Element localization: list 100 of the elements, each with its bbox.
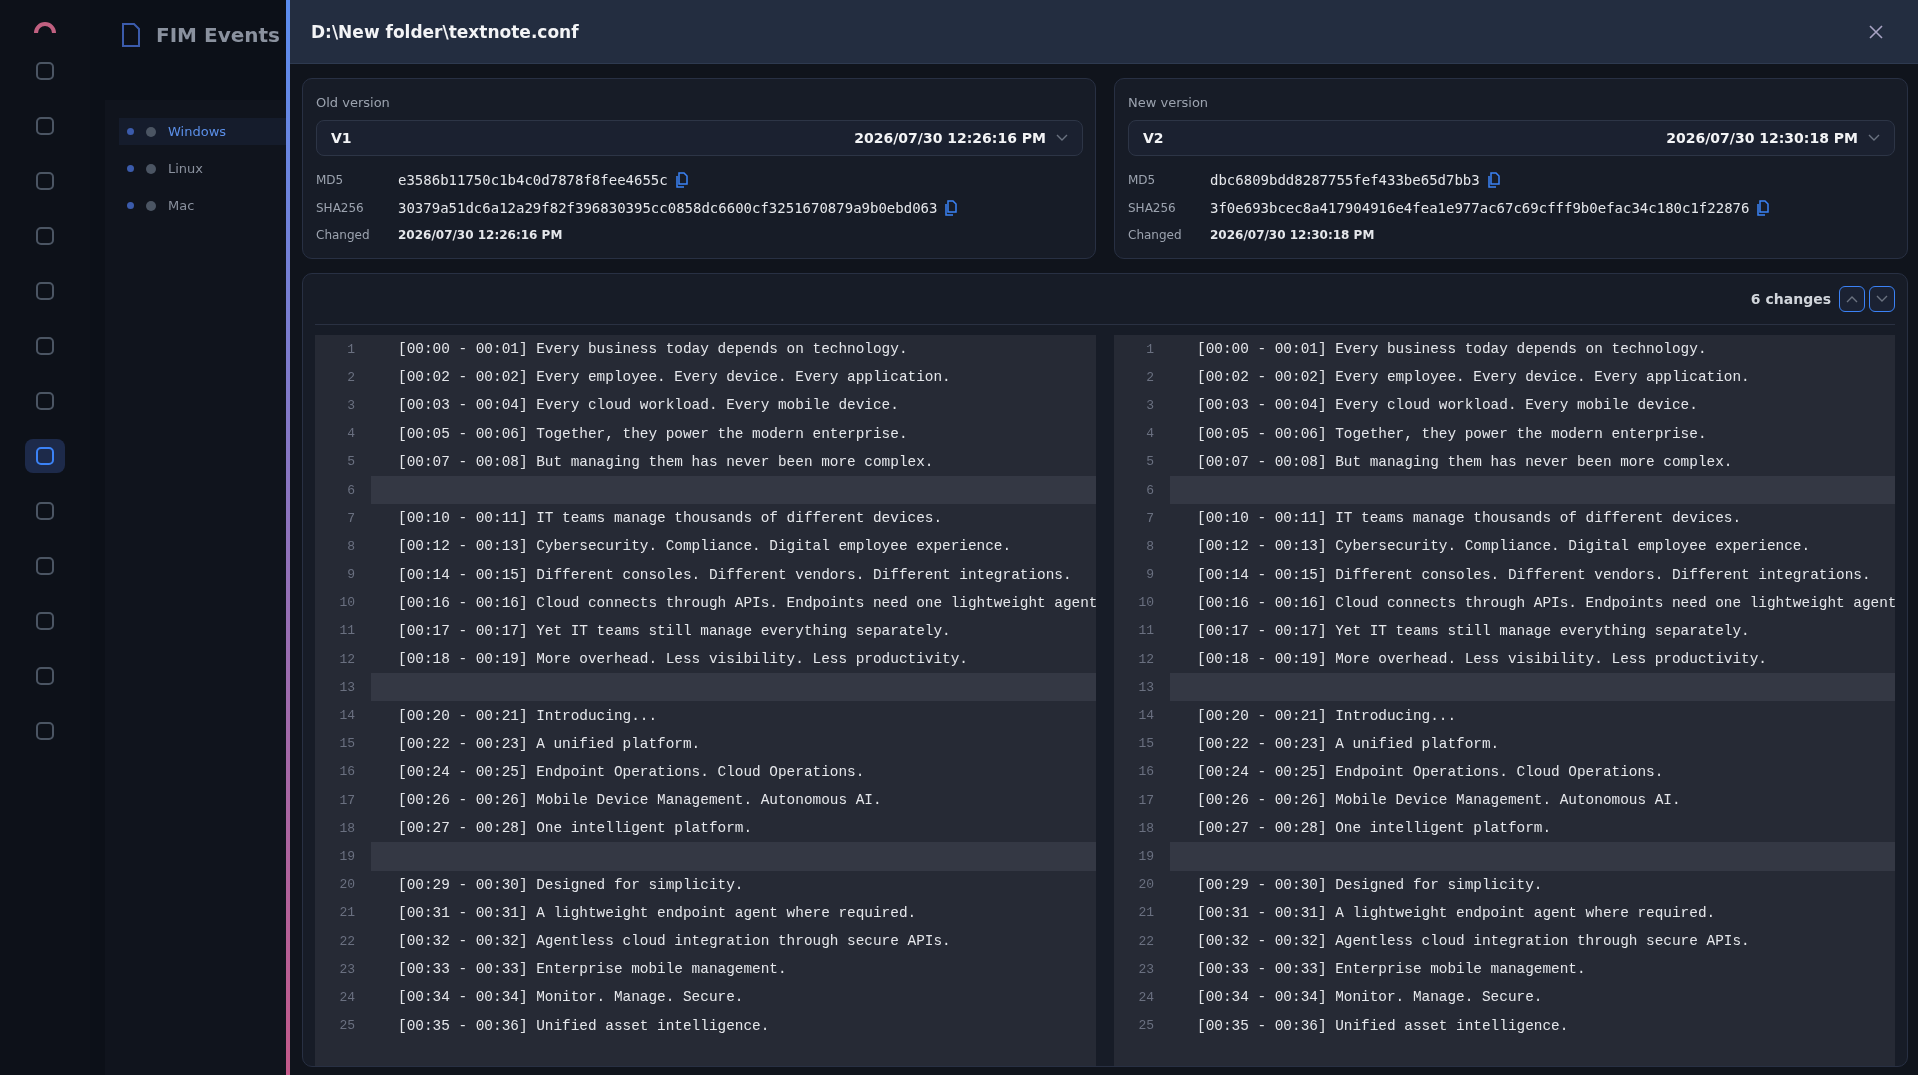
code-line: [00:22 - 00:23] A unified platform. <box>1196 734 1501 754</box>
code-line: [00:27 - 00:28] One intelligent platform. <box>1196 819 1553 839</box>
code-line: [00:16 - 00:16] Cloud connects through APIs. Endpoints need one lightweight agent <box>397 593 1096 613</box>
line-number: 14 <box>338 707 356 726</box>
line-number: 7 <box>346 509 356 528</box>
tree-item[interactable]: Windows <box>119 118 286 145</box>
line-number: 16 <box>338 763 356 782</box>
document-icon <box>120 22 142 48</box>
code-line: [00:03 - 00:04] Every cloud workload. Every mobile device. <box>397 396 900 416</box>
tree-item[interactable]: Mac <box>119 192 286 219</box>
hash-value: 3f0e693bcec8a417904916e4fea1e977ac67c69cfff9b0efac34c180c1f22876 <box>1210 200 1750 216</box>
line-number: 15 <box>1137 735 1155 754</box>
code-line: [00:27 - 00:28] One intelligent platform. <box>397 819 754 839</box>
line-number: 18 <box>338 819 356 838</box>
code-line: [00:31 - 00:31] A lightweight endpoint agent where required. <box>1196 903 1717 923</box>
line-number: 10 <box>1137 594 1155 613</box>
panel-heading: Old version <box>316 95 391 110</box>
nav-icon[interactable] <box>25 439 65 473</box>
copy-icon[interactable] <box>1487 172 1500 188</box>
logo-icon <box>34 20 56 33</box>
code-line: [00:14 - 00:15] Different consoles. Different vendors. Different integrations. <box>397 565 1073 585</box>
code-line: [00:33 - 00:33] Enterprise mobile management. <box>397 960 788 980</box>
line-number: 13 <box>1137 678 1155 697</box>
code-line: [00:33 - 00:33] Enterprise mobile management. <box>1196 960 1587 980</box>
line-number: 19 <box>1137 847 1155 866</box>
line-number: 18 <box>1137 819 1155 838</box>
change-count: 6 changes <box>1750 291 1831 307</box>
code-line: [00:12 - 00:13] Cybersecurity. Compliance. Digital employee experience. <box>397 537 1013 557</box>
line-number: 24 <box>1137 988 1155 1007</box>
next-change-button[interactable] <box>1869 286 1895 312</box>
code-line: [00:24 - 00:25] Endpoint Operations. Cloud Operations. <box>397 762 866 782</box>
line-number: 22 <box>338 932 356 951</box>
line-number: 16 <box>1137 763 1155 782</box>
line-number: 8 <box>346 537 356 556</box>
line-number: 20 <box>1137 876 1155 895</box>
line-number: 4 <box>346 425 356 444</box>
previous-change-button[interactable] <box>1839 286 1865 312</box>
line-number: 7 <box>1145 509 1155 528</box>
code-line: [00:02 - 00:02] Every employee. Every device. Every application. <box>1196 368 1751 388</box>
line-number: 3 <box>1145 396 1155 415</box>
hash-value: dbc6809bdd8287755fef433be65d7bb3 <box>1210 172 1480 188</box>
line-number: 23 <box>1137 960 1155 979</box>
line-number: 15 <box>338 735 356 754</box>
code-line: [00:34 - 00:34] Monitor. Manage. Secure. <box>397 988 745 1008</box>
code-line: [00:31 - 00:31] A lightweight endpoint agent where required. <box>397 903 918 923</box>
code-line: [00:10 - 00:11] IT teams manage thousands of different devices. <box>397 509 944 529</box>
code-line: [00:26 - 00:26] Mobile Device Management. Autonomous AI. <box>1196 791 1682 811</box>
line-number: 25 <box>1137 1017 1155 1036</box>
field-label: Changed <box>1128 228 1183 242</box>
code-line: [00:20 - 00:21] Introducing... <box>1196 706 1458 726</box>
line-number: 9 <box>1145 566 1155 585</box>
line-number: 21 <box>1137 904 1155 923</box>
line-number: 6 <box>1145 481 1155 500</box>
line-number: 11 <box>338 622 356 641</box>
code-line: [00:26 - 00:26] Mobile Device Management. Autonomous AI. <box>397 791 883 811</box>
line-number: 21 <box>338 904 356 923</box>
line-number: 13 <box>338 678 356 697</box>
copy-icon[interactable] <box>1757 200 1770 216</box>
code-line: [00:24 - 00:25] Endpoint Operations. Cloud Operations. <box>1196 762 1665 782</box>
line-number: 20 <box>338 876 356 895</box>
copy-icon[interactable] <box>675 172 688 188</box>
line-number: 6 <box>346 481 356 500</box>
line-number: 12 <box>338 650 356 669</box>
code-line: [00:20 - 00:21] Introducing... <box>397 706 659 726</box>
code-line: [00:03 - 00:04] Every cloud workload. Every mobile device. <box>1196 396 1699 416</box>
chevron-icon <box>1846 295 1858 303</box>
code-line: [00:07 - 00:08] But managing them has never been more complex. <box>397 452 935 472</box>
code-line: [00:00 - 00:01] Every business today depends on technology. <box>1196 340 1708 360</box>
code-line: [00:18 - 00:19] More overhead. Less visibility. Less productivity. <box>1196 650 1768 670</box>
line-number: 8 <box>1145 537 1155 556</box>
circle-icon <box>146 163 156 174</box>
code-line: [00:35 - 00:36] Unified asset intelligence. <box>1196 1016 1570 1036</box>
line-number: 5 <box>1145 453 1155 472</box>
line-number: 5 <box>346 453 356 472</box>
code-line: [00:29 - 00:30] Designed for simplicity. <box>397 875 745 895</box>
bullet-icon <box>127 128 134 135</box>
line-number: 17 <box>1137 791 1155 810</box>
code-line: [00:10 - 00:11] IT teams manage thousands of different devices. <box>1196 509 1743 529</box>
line-number: 24 <box>338 988 356 1007</box>
tree-item[interactable]: Linux <box>119 155 286 182</box>
line-number: 1 <box>1145 340 1155 359</box>
copy-icon[interactable] <box>945 200 958 216</box>
line-number: 4 <box>1145 425 1155 444</box>
line-number: 22 <box>1137 932 1155 951</box>
code-line: [00:32 - 00:32] Agentless cloud integration through secure APIs. <box>1196 932 1751 952</box>
dialog-title: D:\New folder\textnote.conf <box>311 21 579 42</box>
line-number: 2 <box>346 368 356 387</box>
version-dropdown[interactable]: V1 2026/07/30 12:26:16 PM <box>316 120 1083 156</box>
circle-icon <box>146 126 156 137</box>
line-number: 17 <box>338 791 356 810</box>
circle-icon <box>146 200 156 211</box>
panel-heading: New version <box>1128 95 1210 110</box>
bullet-icon <box>127 165 134 172</box>
hash-value: 30379a51dc6a12a29f82f396830395cc0858dc6600cf3251670879a9b0ebd063 <box>398 200 938 216</box>
line-number: 3 <box>346 396 356 415</box>
code-line: [00:12 - 00:13] Cybersecurity. Compliance. Digital employee experience. <box>1196 537 1812 557</box>
version-dropdown[interactable]: V2 2026/07/30 12:30:18 PM <box>1128 120 1895 156</box>
code-line: [00:35 - 00:36] Unified asset intelligence. <box>397 1016 771 1036</box>
code-line: [00:17 - 00:17] Yet IT teams still manage everything separately. <box>1196 621 1751 641</box>
code-line: [00:02 - 00:02] Every employee. Every device. Every application. <box>397 368 952 388</box>
